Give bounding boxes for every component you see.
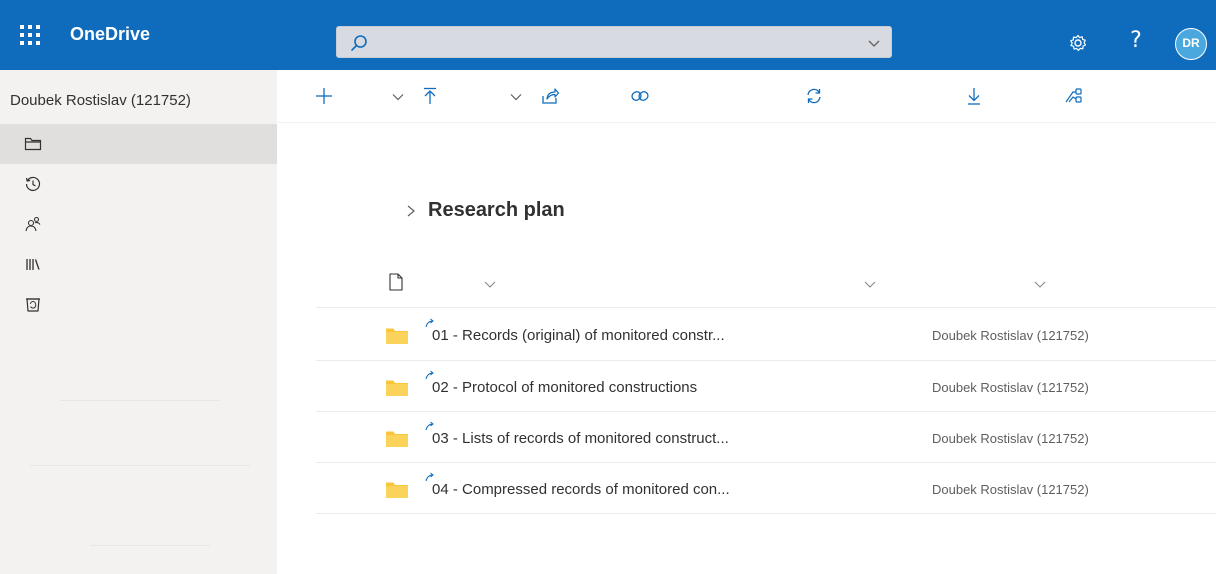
search-input[interactable] [377, 32, 857, 54]
add-icon [316, 88, 332, 104]
share-icon [542, 88, 560, 104]
search-scope-chevron-down-icon[interactable] [867, 36, 881, 50]
table-row[interactable]: 01 - Records (original) of monitored con… [316, 310, 1216, 360]
sync-button[interactable] [796, 78, 832, 114]
folder-icon [386, 380, 408, 396]
folder-icon [386, 482, 408, 498]
file-name[interactable]: 04 - Compressed records of monitored con… [432, 481, 730, 498]
sync-icon [807, 88, 821, 104]
settings-gear-icon[interactable] [1068, 33, 1088, 53]
nav-item-recycle-bin[interactable] [0, 284, 277, 324]
app-title[interactable]: OneDrive [70, 24, 150, 45]
modified-by: Doubek Rostislav (121752) [932, 482, 1089, 497]
file-name[interactable]: 03 - Lists of records of monitored const… [432, 430, 729, 447]
column-header-row [370, 266, 1216, 302]
nav-item-shared-libraries[interactable] [0, 244, 277, 284]
table-row[interactable]: 04 - Compressed records of monitored con… [316, 464, 1216, 514]
share-button[interactable] [532, 78, 568, 114]
help-button[interactable]: ? [1125, 28, 1147, 54]
copy-link-button[interactable] [622, 78, 658, 114]
libraries-icon [26, 259, 40, 270]
copy-link-icon [631, 91, 649, 101]
upload-button[interactable] [412, 78, 448, 114]
recent-icon [25, 176, 41, 192]
command-bar-divider [277, 122, 1216, 123]
nav-divider [90, 545, 210, 546]
row-divider [316, 411, 1216, 412]
nav-divider [30, 465, 250, 466]
shared-icon [25, 216, 41, 232]
upload-icon [424, 87, 436, 104]
file-name[interactable]: 02 - Protocol of monitored constructions [432, 379, 697, 396]
modified-by: Doubek Rostislav (121752) [932, 380, 1089, 395]
new-menu-chevron-down-icon[interactable] [388, 78, 408, 114]
column-modified-chevron-down-icon[interactable] [864, 278, 876, 290]
row-divider [316, 360, 1216, 361]
nav-divider [60, 400, 220, 401]
chevron-right-icon [407, 205, 415, 217]
automate-button[interactable] [1056, 78, 1092, 114]
upload-menu-chevron-down-icon[interactable] [506, 78, 526, 114]
download-button[interactable] [956, 78, 992, 114]
folder-icon [386, 431, 408, 447]
nav-item-recent[interactable] [0, 164, 277, 204]
table-row[interactable]: 02 - Protocol of monitored constructions… [316, 362, 1216, 412]
modified-by: Doubek Rostislav (121752) [932, 328, 1089, 343]
new-button[interactable] [306, 78, 342, 114]
download-icon [968, 88, 980, 105]
column-name-chevron-down-icon[interactable] [484, 278, 496, 290]
row-divider [316, 513, 1216, 514]
folder-icon [24, 137, 42, 151]
recycle-bin-icon [26, 298, 40, 312]
nav-user-name[interactable]: Doubek Rostislav (121752) [10, 92, 191, 109]
row-divider [316, 307, 1216, 308]
modified-by: Doubek Rostislav (121752) [932, 431, 1089, 446]
command-bar [300, 78, 1216, 118]
app-launcher-icon[interactable] [20, 25, 40, 45]
nav-item-shared[interactable] [0, 204, 277, 244]
left-nav: Doubek Rostislav (121752) [0, 70, 277, 574]
search-box[interactable] [336, 26, 892, 58]
file-name[interactable]: 01 - Records (original) of monitored con… [432, 327, 725, 344]
search-icon[interactable] [349, 33, 369, 53]
suite-bar: OneDrive ? DR [0, 0, 1216, 70]
column-modified-by-chevron-down-icon[interactable] [1034, 278, 1046, 290]
page-title[interactable]: Research plan [428, 199, 565, 222]
table-row[interactable]: 03 - Lists of records of monitored const… [316, 413, 1216, 463]
nav-item-my-files[interactable] [0, 124, 277, 164]
folder-icon [386, 328, 408, 344]
avatar[interactable]: DR [1175, 28, 1207, 60]
file-type-icon[interactable] [386, 272, 406, 292]
flow-icon [1065, 88, 1082, 103]
row-divider [316, 462, 1216, 463]
